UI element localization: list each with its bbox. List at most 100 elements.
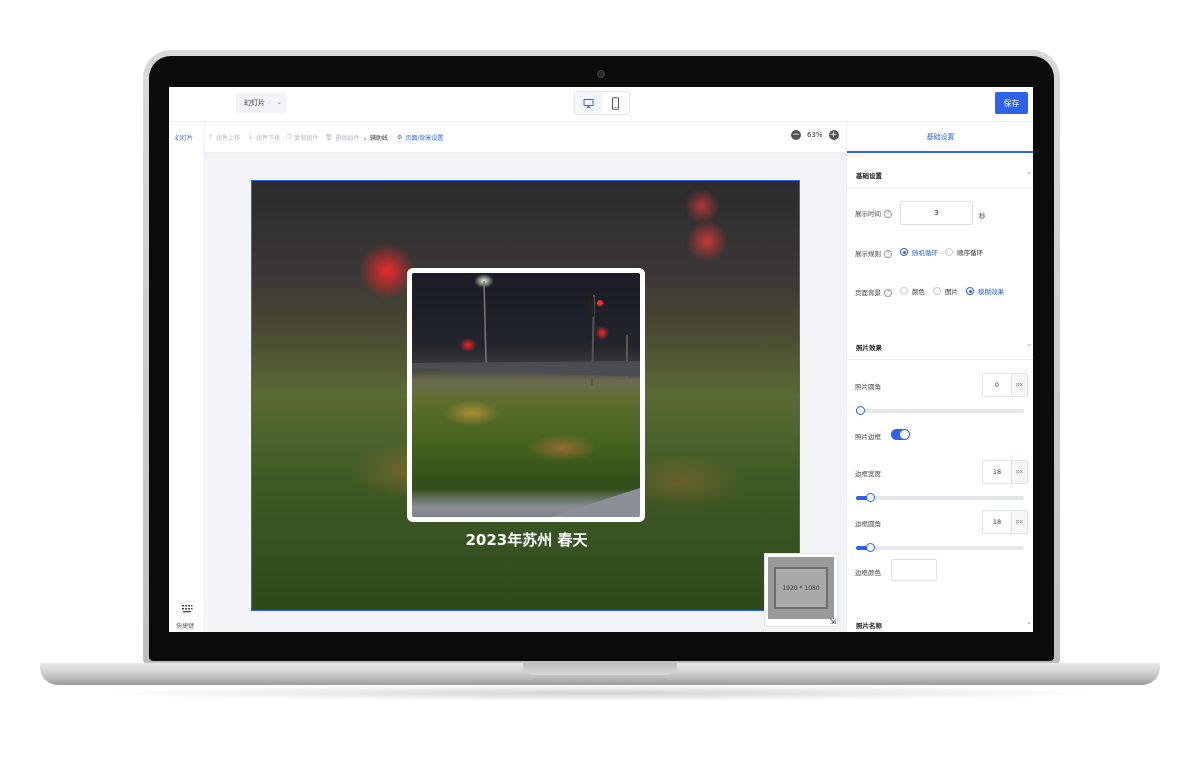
border-color-picker[interactable] [891,559,937,581]
tab-slides[interactable]: 幻灯片 [175,133,193,142]
shortcut-button[interactable]: 快捷键 [176,598,198,630]
display-time-input[interactable]: 3 [900,201,973,225]
page-bg-settings-button[interactable]: ⚙ 页面/背景设置 [397,133,443,142]
border-radius-input[interactable]: 18 px [982,510,1028,534]
minimap[interactable]: 1920 * 1080 ⇲ [764,553,838,627]
display-time-unit: 秒 [979,212,986,220]
delete-button[interactable]: 🗑 删除组件 [325,133,360,142]
guides-button[interactable]: ⌞ 辅助线 [364,133,388,142]
rule-sequence-radio[interactable]: 顺序循环 [945,247,983,257]
copy-icon: ❐ [286,134,292,141]
settings-panel: 基础设置 基础设置 ⌄ 展示时间? 3 秒 展示规则? 随机循环 顺序循环 页面… [846,122,1033,632]
top-bar: 幻灯片 ⌄ 保存 [169,87,1033,122]
display-rule-text: 展示规则 [855,250,881,258]
minimap-viewport[interactable]: 1920 * 1080 [774,567,828,609]
collapse-icon[interactable]: ⇲ [829,617,836,626]
move-up-button[interactable]: ↑ 组件上移 [208,133,240,142]
desktop-view-button[interactable] [575,92,602,114]
border-width-slider[interactable] [856,493,1024,502]
photo-corner-unit: px [1011,374,1027,396]
minimap-background: 1920 * 1080 [768,557,834,619]
laptop-shadow [90,685,1110,701]
photo-corner-slider[interactable] [856,406,1024,415]
radio-dot [900,287,908,295]
photo-name-title: 照片名称 [856,622,882,630]
display-time-text: 展示时间 [855,210,881,218]
bg-image-label: 图片 [945,288,958,296]
phone-icon [612,96,619,110]
page-bg-label: 页面背景? [855,287,892,297]
slide-type-select[interactable]: 幻灯片 ⌄ [236,93,286,113]
bg-image-radio[interactable]: 图片 [933,286,958,296]
border-radius-unit: px [1011,511,1027,533]
guides-label: 辅助线 [369,135,388,142]
keyboard-icon [182,605,193,613]
border-radius-label: 边框圆角 [855,520,881,528]
chevron-down-icon: ⌄ [1026,168,1032,176]
border-color-label: 边框颜色 [855,569,881,577]
rule-random-radio[interactable]: 随机循环 [900,247,938,257]
photo-name-header[interactable]: 照片名称 ⌄ [847,610,1033,632]
laptop-base-notch [523,663,677,675]
move-down-button[interactable]: ↓ 组件下移 [248,133,280,142]
delete-label: 删除组件 [335,135,360,142]
trash-icon: 🗑 [325,134,333,141]
basic-settings-header[interactable]: 基础设置 ⌄ [847,160,1033,188]
left-rail: 幻灯片 快捷键 [169,122,205,632]
border-width-label: 边框宽度 [855,470,881,478]
border-radius-slider[interactable] [856,543,1024,552]
slide-caption[interactable]: 2023年苏州 春天 [252,529,799,550]
canvas-area: 2023年苏州 春天 1920 * 1080 ⇲ [205,153,846,632]
display-rule-label: 展示规则? [855,248,892,258]
settings-icon: ⚙ [397,134,403,141]
photo-frame[interactable] [407,268,645,522]
copy-label: 复制组件 [294,135,319,142]
radio-dot [945,248,953,256]
page-bg-label: 页面/背景设置 [405,135,444,142]
slider-knob[interactable] [856,406,865,415]
tab-basic-settings[interactable]: 基础设置 [847,122,1033,153]
copy-button[interactable]: ❐ 复制组件 [286,133,318,142]
slide-canvas[interactable]: 2023年苏州 春天 [251,180,800,611]
photo-corner-input[interactable]: 0 px [982,373,1028,397]
zoom-control: − 63% + [791,130,839,140]
chevron-down-icon: ⌄ [1026,340,1032,348]
help-icon: ? [884,289,892,297]
radio-dot [900,248,908,256]
save-button[interactable]: 保存 [995,92,1028,114]
rule-sequence-label: 顺序循环 [957,249,983,257]
zoom-out-icon[interactable]: − [791,130,801,140]
editor-toolbar: ↑ 组件上移 ↓ 组件下移 ❐ 复制组件 🗑 删除组件 ⌞ 辅助线 ⚙ 页面/背… [205,122,846,153]
border-width-input[interactable]: 18 px [982,460,1028,484]
arrow-up-icon: ↑ [208,134,214,141]
bg-color-radio[interactable]: 颜色 [900,286,925,296]
photo-corner-value: 0 [994,381,1000,389]
ruler-icon: ⌞ [364,134,367,141]
border-width-unit: px [1011,461,1027,483]
radio-dot [966,287,974,295]
basic-settings-title: 基础设置 [856,172,882,180]
bg-blur-radio[interactable]: 模糊效果 [966,286,1004,296]
display-time-label: 展示时间? [855,208,892,218]
slider-knob[interactable] [866,543,876,552]
slider-knob[interactable] [866,493,876,502]
bg-blur-label: 模糊效果 [978,288,1004,296]
rule-random-label: 随机循环 [912,249,938,257]
zoom-level: 63% [807,131,823,139]
move-down-label: 组件下移 [256,135,281,142]
zoom-in-icon[interactable]: + [828,130,839,140]
help-icon: ? [884,250,892,258]
shortcut-label: 快捷键 [176,623,195,630]
photo-border-toggle[interactable] [891,429,910,440]
monitor-icon [583,98,594,108]
slide-type-value: 幻灯片 [244,99,265,107]
help-icon: ? [884,210,892,218]
mobile-view-button[interactable] [602,92,629,114]
move-up-label: 组件上移 [216,135,241,142]
app-screen: 幻灯片 ⌄ 保存 幻灯片 快捷键 ↑ 组件上移 ↓ 组件下移 ❐ 复制组件 🗑 … [169,87,1033,632]
photo-corner-label: 照片圆角 [855,383,881,391]
photo-effect-header[interactable]: 照片效果 ⌄ [847,332,1033,360]
arrow-down-icon: ↓ [248,134,254,141]
device-toggle [574,91,630,115]
radio-dot [933,287,941,295]
